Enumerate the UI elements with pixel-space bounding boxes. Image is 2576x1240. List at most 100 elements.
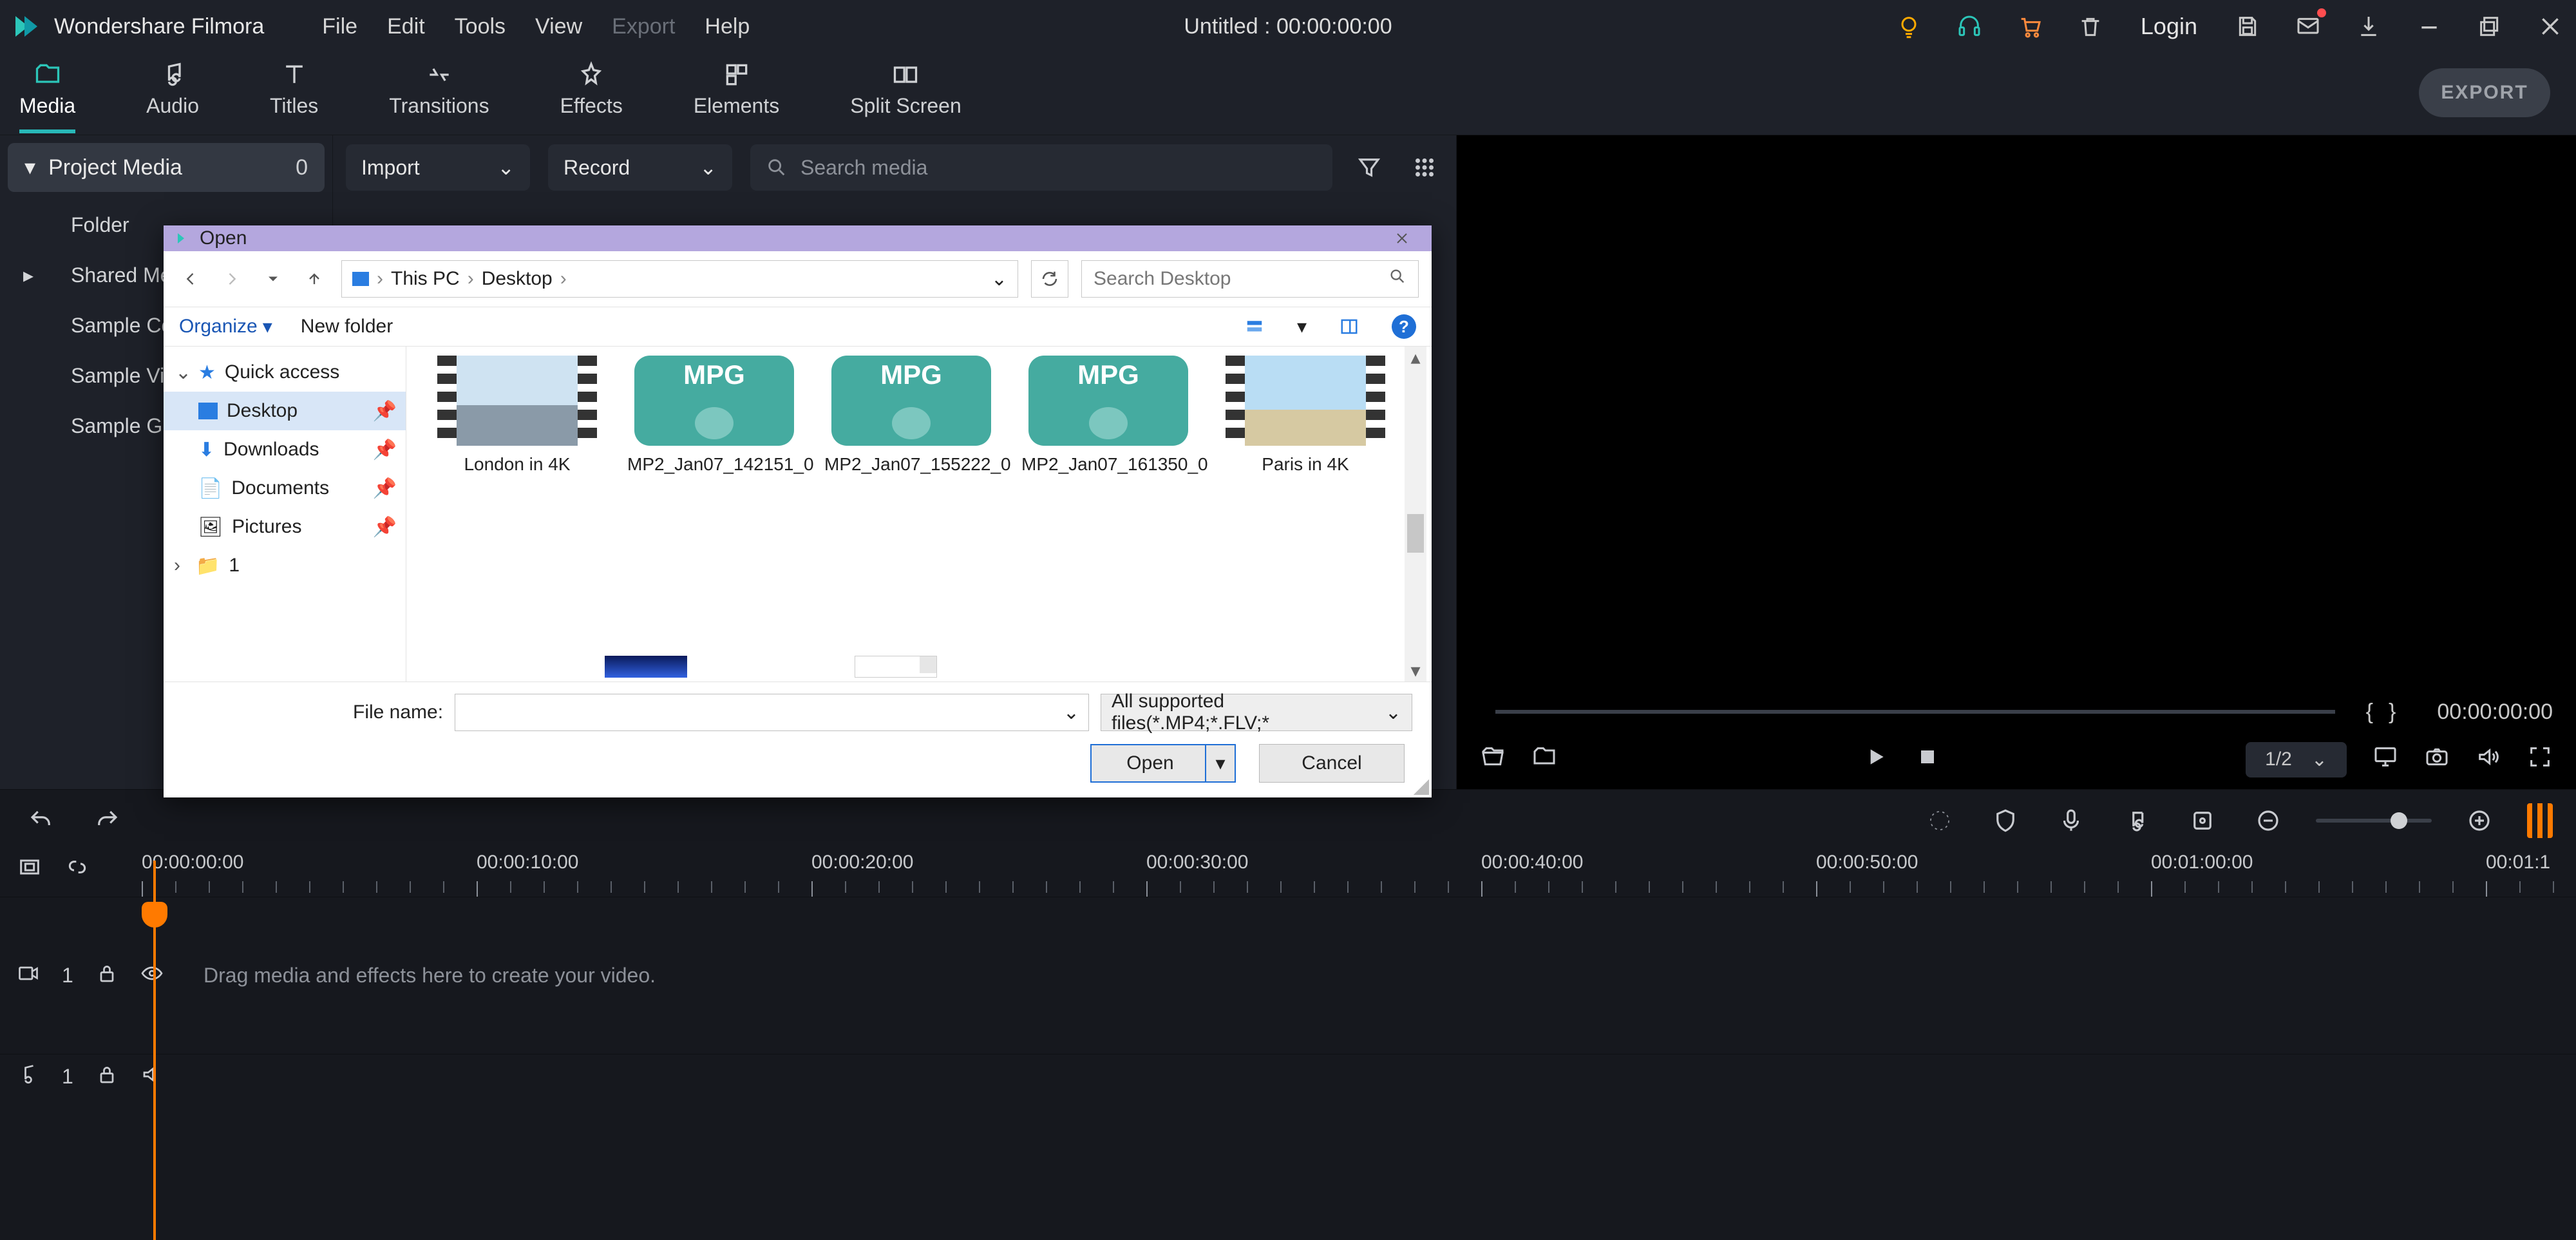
cancel-button[interactable]: Cancel <box>1259 744 1405 783</box>
folder-open-icon[interactable] <box>1480 744 1506 775</box>
tree-documents[interactable]: 📄Documents📌 <box>164 469 406 508</box>
zoom-out-button[interactable] <box>2250 803 2286 839</box>
tab-audio[interactable]: Audio <box>146 61 199 118</box>
export-button[interactable]: EXPORT <box>2419 68 2550 117</box>
window-close-button[interactable] <box>2536 12 2564 41</box>
project-media-header[interactable]: ▾ Project Media 0 <box>8 143 325 192</box>
file-item[interactable]: Paris in 4K <box>1211 356 1399 475</box>
music-note-icon[interactable] <box>2119 803 2155 839</box>
headset-icon[interactable] <box>1955 12 1984 41</box>
search-media-input[interactable]: Search media <box>750 144 1332 191</box>
help-button[interactable]: ? <box>1392 314 1416 339</box>
tree-quick-access[interactable]: ⌄★Quick access <box>164 353 406 392</box>
folder-icon[interactable] <box>1531 744 1557 775</box>
breadcrumb[interactable]: › This PC › Desktop › ⌄ <box>341 260 1018 298</box>
new-folder-button[interactable]: New folder <box>301 316 393 338</box>
chevron-down-icon[interactable]: ▾ <box>1297 316 1307 338</box>
nav-back-button[interactable] <box>176 265 205 293</box>
mic-icon[interactable] <box>2053 803 2089 839</box>
record-dropdown[interactable]: Record⌄ <box>548 144 732 191</box>
brace-left[interactable]: { <box>2366 700 2373 725</box>
cart-icon[interactable] <box>2016 12 2044 41</box>
scrollbar[interactable]: ▴ ▾ <box>1405 347 1426 682</box>
tab-media[interactable]: Media <box>19 61 75 133</box>
preview-scrubber[interactable] <box>1495 710 2335 714</box>
play-button[interactable] <box>1863 744 1889 775</box>
color-wheel-icon[interactable] <box>1922 803 1958 839</box>
monitor-icon[interactable] <box>2372 744 2398 775</box>
scroll-up-button[interactable]: ▴ <box>1405 347 1426 368</box>
menu-export[interactable]: Export <box>612 14 675 39</box>
view-mode-button[interactable] <box>1240 314 1269 339</box>
zoom-fit-button[interactable] <box>2527 803 2553 838</box>
file-filter-dropdown[interactable]: All supported files(*.MP4;*.FLV;*⌄ <box>1101 694 1412 731</box>
scroll-thumb[interactable] <box>1407 514 1424 553</box>
tab-titles[interactable]: Titles <box>270 61 318 118</box>
file-item[interactable]: MPGMP2_Jan07_155222_0 <box>817 356 1005 475</box>
lock-icon[interactable] <box>95 962 118 990</box>
volume-icon[interactable] <box>2476 744 2501 775</box>
open-split-dropdown[interactable]: ▾ <box>1205 745 1235 781</box>
chevron-down-icon[interactable]: ⌄ <box>991 268 1007 291</box>
trash-icon[interactable] <box>2076 12 2105 41</box>
menu-edit[interactable]: Edit <box>387 14 425 39</box>
login-button[interactable]: Login <box>2137 13 2201 40</box>
import-dropdown[interactable]: Import⌄ <box>346 144 530 191</box>
dialog-search-input[interactable]: Search Desktop <box>1081 260 1419 298</box>
stop-button[interactable] <box>1915 744 1940 775</box>
camera-snapshot-icon[interactable] <box>2424 744 2450 775</box>
file-item[interactable]: MPGMP2_Jan07_161350_0 <box>1014 356 1202 475</box>
tab-elements[interactable]: Elements <box>694 61 779 118</box>
file-thumb-peek[interactable] <box>605 656 687 678</box>
preview-pane-button[interactable] <box>1335 314 1363 339</box>
file-thumb-peek[interactable] <box>855 656 937 678</box>
shield-icon[interactable] <box>1987 803 2023 839</box>
lightbulb-icon[interactable] <box>1895 12 1923 41</box>
audio-track[interactable]: 1 <box>0 1054 2576 1099</box>
file-item[interactable]: London in 4K <box>423 356 611 475</box>
preview-stage[interactable] <box>1457 135 2576 694</box>
nav-recent-dropdown[interactable] <box>259 265 287 293</box>
preview-scale-dropdown[interactable]: 1/2⌄ <box>2246 742 2347 777</box>
marker-icon[interactable] <box>2184 803 2221 839</box>
refresh-button[interactable] <box>1031 260 1068 298</box>
organize-menu[interactable]: Organize▾ <box>179 316 272 338</box>
timeline-match-icon[interactable] <box>17 854 43 885</box>
brace-right[interactable]: } <box>2389 700 2396 725</box>
resize-grip-icon[interactable] <box>1414 779 1429 795</box>
filter-icon[interactable] <box>1350 149 1388 186</box>
zoom-slider[interactable] <box>2316 819 2432 823</box>
tab-transitions[interactable]: Transitions <box>389 61 489 118</box>
scroll-down-button[interactable]: ▾ <box>1405 660 1426 682</box>
chevron-down-icon[interactable]: ⌄ <box>1063 701 1079 724</box>
message-icon[interactable] <box>2294 12 2322 41</box>
undo-button[interactable] <box>23 803 59 839</box>
crumb-desktop[interactable]: Desktop <box>482 268 553 290</box>
nav-up-button[interactable] <box>300 265 328 293</box>
timeline-link-icon[interactable] <box>64 854 90 885</box>
video-track[interactable]: 1 Drag media and effects here to create … <box>0 897 2576 1054</box>
file-name-input[interactable]: ⌄ <box>455 694 1089 731</box>
download-icon[interactable] <box>2354 12 2383 41</box>
menu-tools[interactable]: Tools <box>455 14 506 39</box>
grid-view-icon[interactable] <box>1406 149 1443 186</box>
tab-effects[interactable]: Effects <box>560 61 623 118</box>
save-icon[interactable] <box>2233 12 2262 41</box>
lock-icon[interactable] <box>95 1063 118 1091</box>
tab-split-screen[interactable]: Split Screen <box>850 61 961 118</box>
window-minimize-button[interactable] <box>2415 12 2443 41</box>
menu-view[interactable]: View <box>535 14 582 39</box>
menu-file[interactable]: File <box>322 14 357 39</box>
redo-button[interactable] <box>89 803 125 839</box>
dialog-close-button[interactable] <box>1384 229 1420 248</box>
file-item[interactable]: MPGMP2_Jan07_142151_0 <box>620 356 808 475</box>
window-maximize-button[interactable] <box>2476 12 2504 41</box>
slider-knob[interactable] <box>2391 812 2407 829</box>
tree-desktop[interactable]: Desktop📌 <box>164 392 406 430</box>
open-button[interactable]: Open▾ <box>1090 744 1236 783</box>
tree-folder-1[interactable]: ›📁1 <box>164 546 406 585</box>
playhead[interactable] <box>153 861 156 1240</box>
fullscreen-icon[interactable] <box>2527 744 2553 775</box>
tree-downloads[interactable]: ⬇Downloads📌 <box>164 430 406 469</box>
crumb-thispc[interactable]: This PC <box>391 268 460 290</box>
